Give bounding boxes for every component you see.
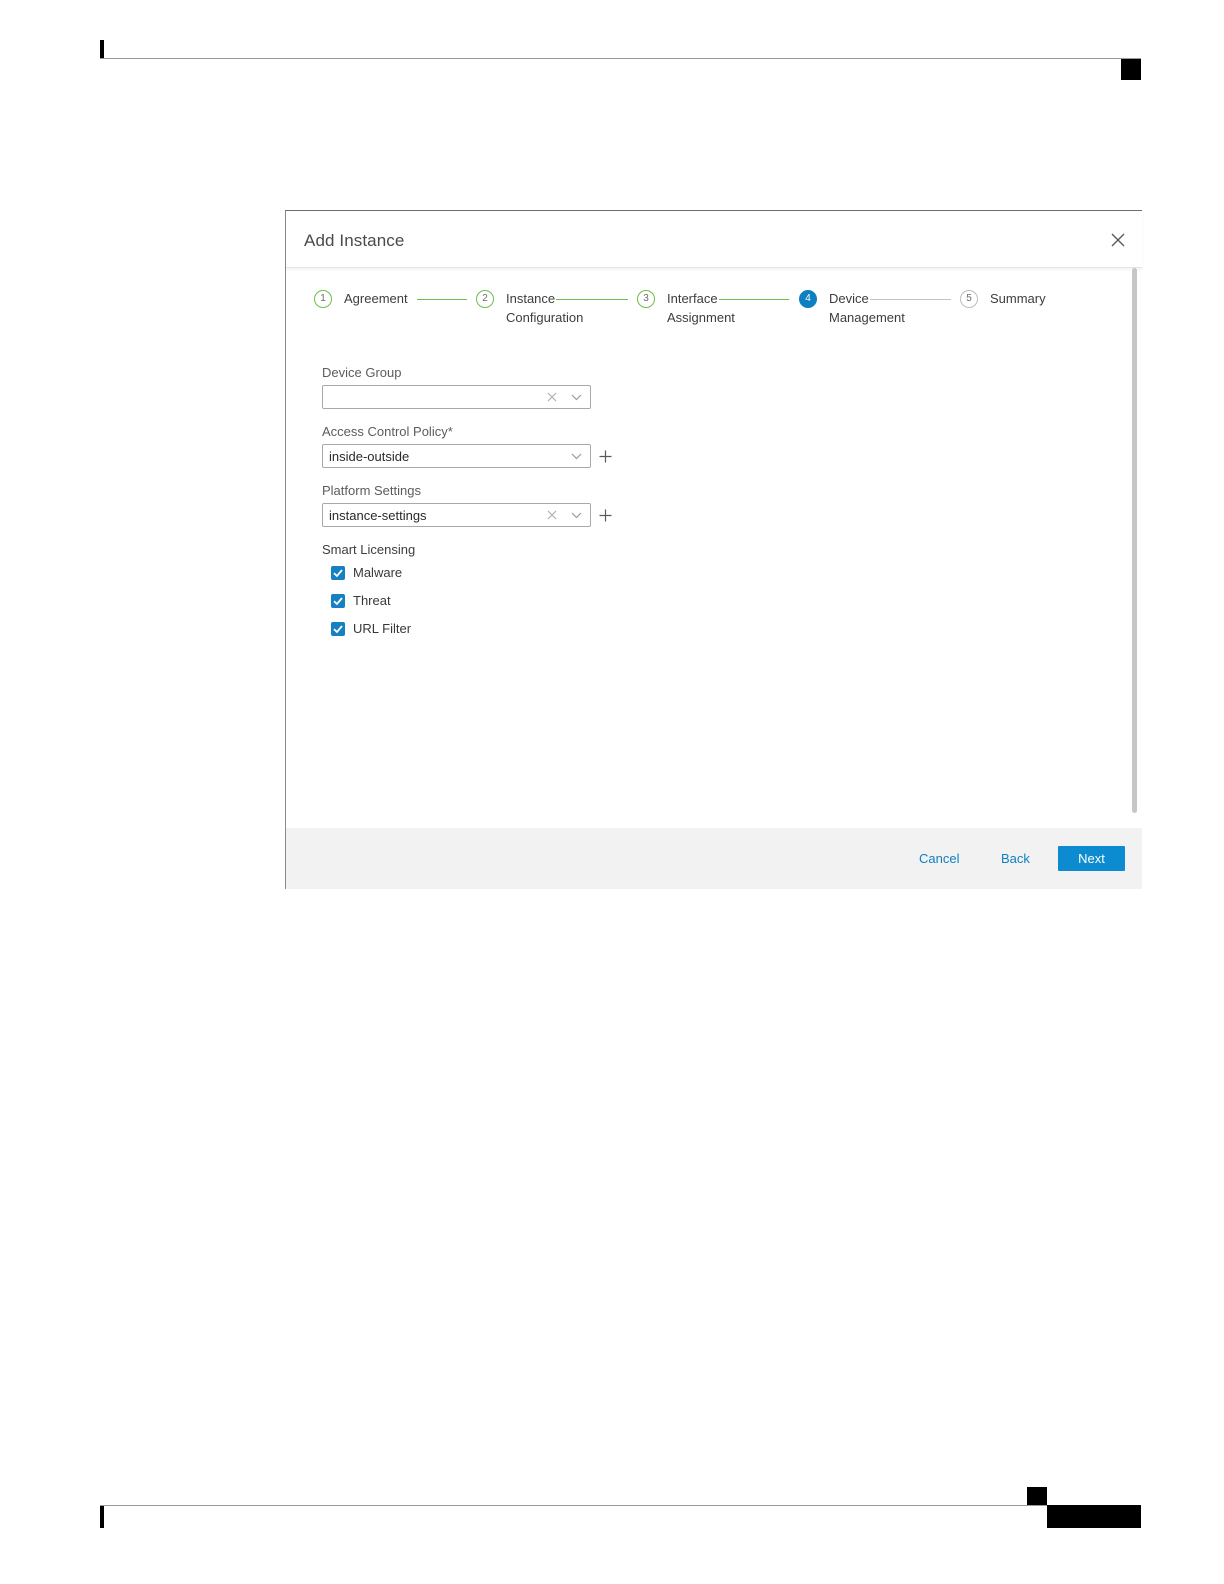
scrollbar-thumb[interactable] — [1132, 268, 1137, 813]
url-filter-label: URL Filter — [353, 621, 412, 636]
step-connector-2 — [556, 299, 628, 300]
platform-settings-label: Platform Settings — [322, 483, 421, 498]
step-5-label: Summary — [990, 291, 1046, 306]
chevron-down-icon[interactable] — [571, 394, 582, 401]
dialog-header: Add Instance — [286, 211, 1142, 268]
close-icon[interactable] — [1109, 231, 1127, 249]
access-control-policy-value: inside-outside — [329, 449, 410, 464]
step-3-indicator: 3 — [637, 290, 655, 308]
checkmark-icon — [333, 625, 343, 634]
step-4-label-line2: Management — [829, 310, 905, 325]
access-control-policy-label: Access Control Policy* — [322, 424, 453, 439]
device-group-select[interactable] — [322, 385, 591, 409]
access-control-policy-select[interactable]: inside-outside — [322, 444, 591, 468]
platform-settings-value: instance-settings — [329, 508, 427, 523]
dialog-title: Add Instance — [304, 231, 405, 250]
next-button[interactable]: Next — [1058, 846, 1125, 871]
step-connector-3 — [719, 299, 789, 300]
chevron-down-icon[interactable] — [571, 453, 582, 460]
header-rule — [100, 58, 1141, 59]
platform-settings-select[interactable]: instance-settings — [322, 503, 591, 527]
step-1-indicator: 1 — [314, 290, 332, 308]
checkmark-icon — [333, 569, 343, 578]
url-filter-checkbox[interactable] — [331, 622, 345, 636]
malware-label: Malware — [353, 565, 403, 580]
step-3-label-line2: Assignment — [667, 310, 735, 325]
chevron-down-icon[interactable] — [571, 512, 582, 519]
step-connector-4 — [870, 299, 951, 300]
dialog-scrollbar[interactable] — [1130, 268, 1142, 828]
malware-checkbox[interactable] — [331, 566, 345, 580]
clear-icon[interactable] — [547, 392, 557, 402]
step-4-label: Device — [829, 291, 869, 306]
step-2-label-line2: Configuration — [506, 310, 584, 325]
footer-tick-mark — [100, 1506, 104, 1528]
clear-icon[interactable] — [547, 510, 557, 520]
checkmark-icon — [333, 597, 343, 606]
threat-label: Threat — [353, 593, 391, 608]
step-3-label: Interface — [667, 291, 718, 306]
step-5-indicator: 5 — [960, 290, 978, 308]
footer-small-block-mark — [1027, 1487, 1047, 1505]
header-block-mark — [1121, 59, 1141, 80]
add-access-control-policy-plus-icon[interactable] — [599, 450, 612, 463]
add-platform-settings-plus-icon[interactable] — [599, 509, 612, 522]
threat-checkbox[interactable] — [331, 594, 345, 608]
dialog-footer: Cancel Back Next — [286, 828, 1142, 889]
cancel-button[interactable]: Cancel — [919, 851, 959, 866]
back-button[interactable]: Back — [1001, 851, 1030, 866]
footer-rule — [100, 1505, 1141, 1506]
header-tick-mark — [100, 40, 104, 58]
device-group-label: Device Group — [322, 365, 402, 380]
step-2-indicator: 2 — [476, 290, 494, 308]
smart-licensing-label: Smart Licensing — [322, 542, 416, 557]
wizard-stepper: 1 Agreement 2 Instance Configuration 3 I… — [286, 267, 1126, 337]
add-instance-dialog: Add Instance 1 Agreement 2 Instance Conf… — [285, 210, 1142, 889]
step-connector-1 — [417, 299, 467, 300]
step-4-indicator: 4 — [799, 290, 817, 308]
step-1-label: Agreement — [344, 291, 408, 306]
step-2-label: Instance — [506, 291, 556, 306]
footer-wide-block-mark — [1047, 1505, 1141, 1528]
